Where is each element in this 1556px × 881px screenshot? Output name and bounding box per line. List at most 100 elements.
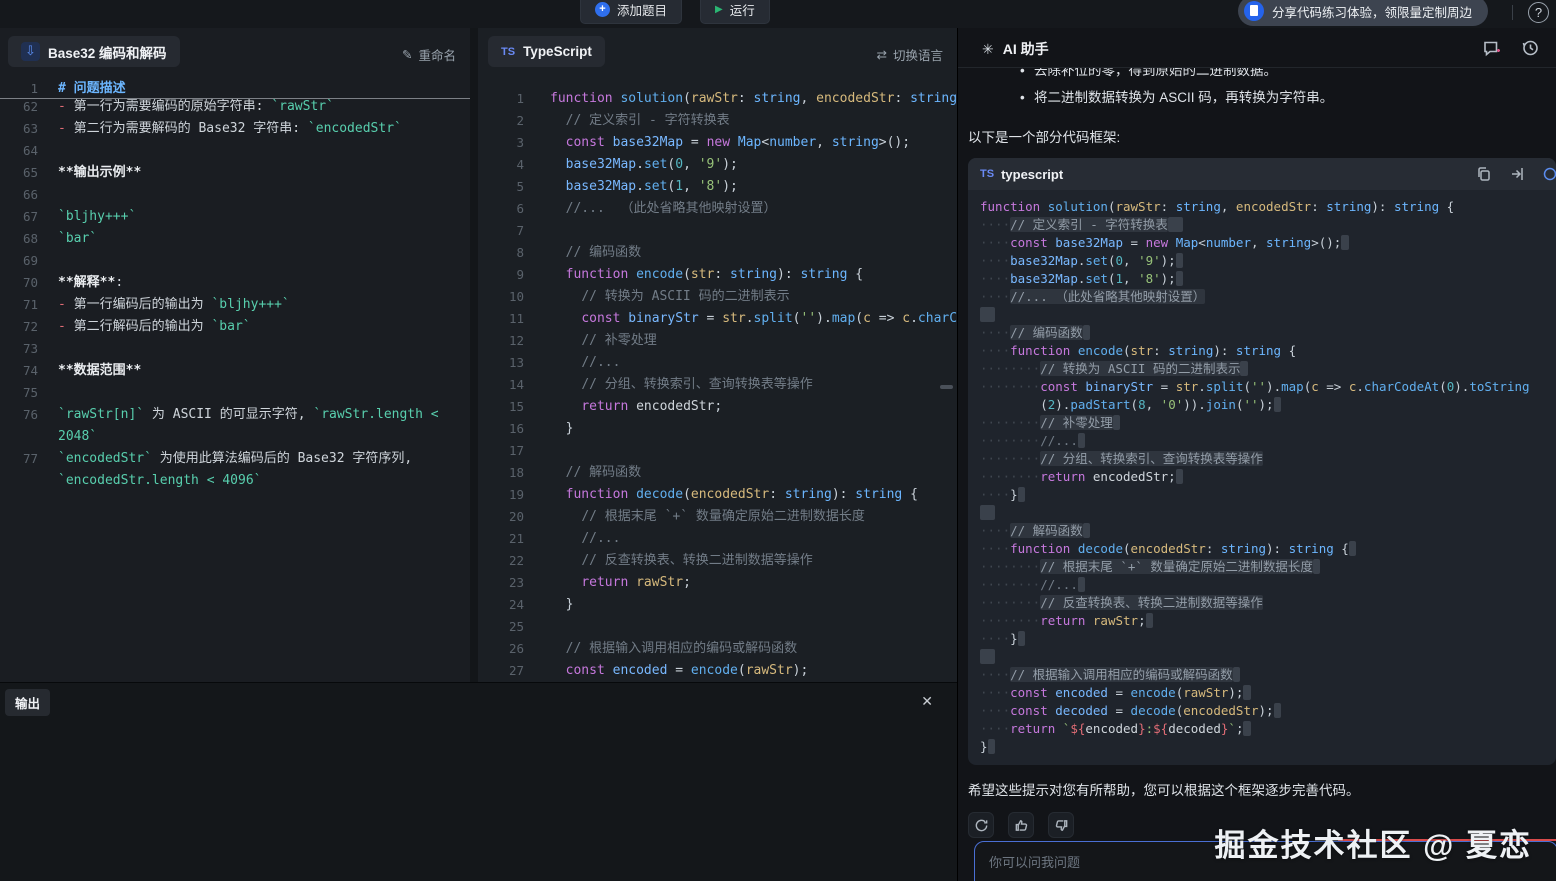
doc-line[interactable]: 69 [0, 250, 470, 272]
thumbs-up-button[interactable] [1008, 812, 1034, 838]
code-line[interactable]: 16 } [478, 418, 957, 440]
problem-title: Base32 编码和解码 [48, 42, 167, 62]
doc-line[interactable]: 76`rawStr[n]` 为 ASCII 的可显示字符, `rawStr.le… [0, 404, 470, 448]
doc-line[interactable]: 63- 第二行为需要解码的 Base32 字符串: `encodedStr` [0, 118, 470, 140]
close-icon[interactable]: ✕ [921, 693, 933, 710]
code-line[interactable]: 2 // 定义索引 - 字符转换表 [478, 110, 957, 132]
code-line[interactable]: 18 // 解码函数 [478, 462, 957, 484]
code-line[interactable]: 9 function encode(str: string): string { [478, 264, 957, 286]
problem-panel: ⇩ Base32 编码和解码 ✎ 重命名 1 # 问题描述 62- 第一行为需要… [0, 28, 470, 682]
code-editor-panel: TS TypeScript ⇄ 切换语言 1function solution(… [478, 28, 957, 682]
code-line[interactable]: 22 // 反查转换表、转换二进制数据等操作 [478, 550, 957, 572]
code-line[interactable]: 24 } [478, 594, 957, 616]
ai-assistant-panel: ✳ AI 助手 去除补位的零，得到原始的二进制数据。将二进制数据转换为 ASCI… [957, 28, 1556, 881]
code-line[interactable]: 23 return rawStr; [478, 572, 957, 594]
code-line[interactable]: 15 return encodedStr; [478, 396, 957, 418]
problem-title-tab[interactable]: ⇩ Base32 编码和解码 [8, 36, 180, 67]
doc-line[interactable]: 62- 第一行为需要编码的原始字符串: `rawStr` [0, 96, 470, 118]
promo-banner-text: 分享代码练习体验，领限量定制周边 [1272, 2, 1472, 21]
code-line[interactable]: 20 // 根据末尾 `+` 数量确定原始二进制数据长度 [478, 506, 957, 528]
sticky-heading-line[interactable]: 1 # 问题描述 [0, 80, 470, 99]
scrollbar-thumb[interactable] [940, 385, 953, 389]
ai-code-line: ····const encoded = encode(rawStr); [980, 684, 1556, 702]
problem-doc-lines: 62- 第一行为需要编码的原始字符串: `rawStr`63- 第二行为需要解码… [0, 96, 470, 492]
code-card-language: typescript [1001, 167, 1063, 182]
topbar-divider [1512, 5, 1513, 20]
output-tab[interactable]: 输出 [5, 689, 50, 716]
code-line[interactable]: 25 [478, 616, 957, 638]
more-actions-icon[interactable] [1542, 166, 1556, 182]
ai-code-line: ····base32Map.set(1, '8'); [980, 270, 1556, 288]
doc-line[interactable]: 77`encodedStr` 为使用此算法编码后的 Base32 字符序列, `… [0, 448, 470, 492]
help-button[interactable]: ? [1528, 2, 1549, 23]
language-tab[interactable]: TS TypeScript [488, 36, 605, 67]
code-line[interactable]: 14 // 分组、转换索引、查询转换表等操作 [478, 374, 957, 396]
doc-line[interactable]: 75 [0, 382, 470, 404]
editor-header: TS TypeScript ⇄ 切换语言 [478, 28, 957, 80]
switch-language-button[interactable]: ⇄ 切换语言 [877, 45, 944, 64]
ai-code-line: ····} [980, 630, 1556, 648]
code-line[interactable]: 13 //... [478, 352, 957, 374]
doc-line[interactable]: 73 [0, 338, 470, 360]
code-line[interactable]: 17 [478, 440, 957, 462]
doc-line[interactable]: 67`bljhy+++` [0, 206, 470, 228]
editor-lines: 1function solution(rawStr: string, encod… [478, 88, 957, 682]
doc-line[interactable]: 70**解释**: [0, 272, 470, 294]
ai-code-line [980, 504, 1556, 522]
ai-code-line [980, 648, 1556, 666]
ai-code-line: ····function encode(str: string): string… [980, 342, 1556, 360]
run-button[interactable]: ▶ 运行 [700, 0, 770, 24]
ai-code-card: TS typescript function solution(rawStr: … [968, 158, 1556, 765]
ai-outro-text: 希望这些提示对您有所帮助，您可以根据这个框架逐步完善代码。 [968, 779, 1556, 799]
doc-line[interactable]: 64 [0, 140, 470, 162]
output-panel: 输出 ✕ [0, 682, 957, 881]
doc-line[interactable]: 71- 第一行编码后的输出为 `bljhy+++` [0, 294, 470, 316]
code-line[interactable]: 5 base32Map.set(1, '8'); [478, 176, 957, 198]
doc-line[interactable]: 65**输出示例** [0, 162, 470, 184]
ai-code-line: ········return encodedStr; [980, 468, 1556, 486]
code-line[interactable]: 10 // 转换为 ASCII 码的二进制表示 [478, 286, 957, 308]
insert-code-icon[interactable] [1509, 166, 1525, 182]
new-chat-icon[interactable] [1482, 38, 1502, 58]
ai-code-line: ····// 编码函数 [980, 324, 1556, 342]
history-icon[interactable] [1520, 38, 1540, 58]
code-line[interactable]: 19 function decode(encodedStr: string): … [478, 484, 957, 506]
ai-code-line: ········// 根据末尾 `+` 数量确定原始二进制数据长度 [980, 558, 1556, 576]
code-line[interactable]: 7 [478, 220, 957, 242]
code-line[interactable]: 8 // 编码函数 [478, 242, 957, 264]
rename-button[interactable]: ✎ 重命名 [402, 45, 456, 64]
ai-code-line: } [980, 738, 1556, 756]
doc-line[interactable]: 72- 第二行解码后的输出为 `bar` [0, 316, 470, 338]
code-line[interactable]: 4 base32Map.set(0, '9'); [478, 154, 957, 176]
doc-line[interactable]: 74**数据范围** [0, 360, 470, 382]
code-line[interactable]: 21 //... [478, 528, 957, 550]
problem-panel-header: ⇩ Base32 编码和解码 ✎ 重命名 [0, 28, 470, 80]
code-line[interactable]: 26 // 根据输入调用相应的编码或解码函数 [478, 638, 957, 660]
code-line[interactable]: 12 // 补零处理 [478, 330, 957, 352]
regenerate-button[interactable] [968, 812, 994, 838]
thumbs-down-button[interactable] [1048, 812, 1074, 838]
ai-code-line: ····const decoded = decode(encodedStr); [980, 702, 1556, 720]
code-line[interactable]: 1function solution(rawStr: string, encod… [478, 88, 957, 110]
code-line[interactable]: 3 const base32Map = new Map<number, stri… [478, 132, 957, 154]
promo-banner[interactable]: 分享代码练习体验，领限量定制周边 [1238, 0, 1488, 26]
sticky-heading-text: # 问题描述 [38, 80, 126, 97]
line-number: 1 [0, 80, 38, 97]
doc-line[interactable]: 66 [0, 184, 470, 206]
ai-code-line: ········// 反查转换表、转换二进制数据等操作 [980, 594, 1556, 612]
ai-code-line: function solution(rawStr: string, encode… [980, 198, 1556, 216]
doc-line[interactable]: 68`bar` [0, 228, 470, 250]
problem-document[interactable]: 1 # 问题描述 62- 第一行为需要编码的原始字符串: `rawStr`63-… [0, 80, 470, 682]
document-icon [1244, 1, 1264, 21]
sparkle-icon: ✳ [982, 41, 994, 58]
add-problem-label: 添加题目 [617, 0, 667, 19]
ai-panel-header: ✳ AI 助手 [958, 28, 1556, 68]
code-line[interactable]: 11 const binaryStr = str.split('').map(c… [478, 308, 957, 330]
add-problem-button[interactable]: + 添加题目 [580, 0, 682, 24]
code-line[interactable]: 6 //... （此处省略其他映射设置） [478, 198, 957, 220]
ai-bullet-list: 去除补位的零，得到原始的二进制数据。将二进制数据转换为 ASCII 码，再转换为… [958, 68, 1556, 111]
code-editor[interactable]: 1function solution(rawStr: string, encod… [478, 80, 957, 682]
download-icon: ⇩ [21, 42, 40, 61]
copy-icon[interactable] [1476, 166, 1492, 182]
code-line[interactable]: 27 const encoded = encode(rawStr); [478, 660, 957, 682]
